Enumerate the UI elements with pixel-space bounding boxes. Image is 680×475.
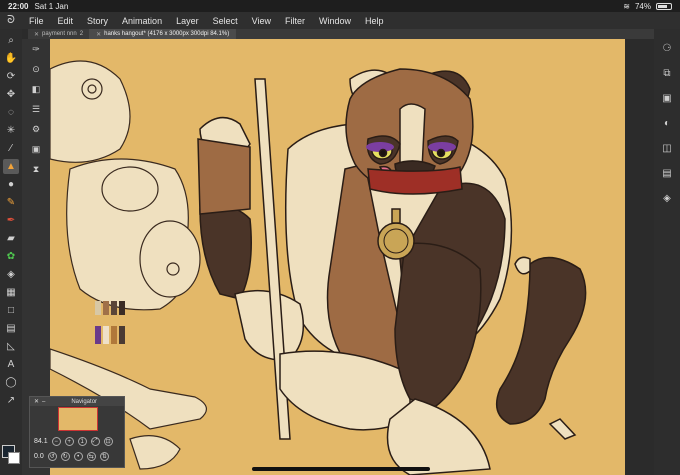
layer-settings-icon[interactable]: ☰: [29, 102, 43, 116]
eraser-icon[interactable]: ▰: [3, 231, 19, 246]
menu-story[interactable]: Story: [80, 16, 115, 26]
zoom-row: 84.1 − + 1 ⤢ ⊡: [34, 437, 113, 446]
reset-rotation-icon[interactable]: •: [73, 452, 83, 461]
rotation-row: 0.0 ↺ ↻ • ⇆ ⇅: [34, 452, 109, 461]
app-logo-icon[interactable]: ᘐ: [0, 14, 22, 27]
rotation-value: 0.0: [34, 453, 44, 460]
tab-close-count: 2: [79, 31, 84, 37]
sub-color-swatch[interactable]: [8, 452, 20, 464]
close-icon[interactable]: ✕: [96, 31, 101, 38]
lasso-icon[interactable]: ◌: [3, 105, 19, 120]
layer-property-icon[interactable]: ▤: [659, 166, 675, 181]
color-well[interactable]: [2, 445, 20, 467]
menu-help[interactable]: Help: [358, 16, 391, 26]
home-indicator: [252, 467, 430, 471]
tab-label: payment nnn: [42, 31, 77, 37]
navigator-header: ✕ – Navigator: [30, 397, 124, 406]
zoom-out-icon[interactable]: −: [51, 437, 61, 446]
actual-size-icon[interactable]: 1: [77, 437, 87, 446]
fit-window-icon[interactable]: ⊡: [103, 437, 113, 446]
zoom-in-icon[interactable]: +: [64, 437, 74, 446]
layers-stack-icon[interactable]: ⧉: [659, 66, 675, 81]
artwork: [50, 60, 587, 475]
figure-icon[interactable]: □: [3, 303, 19, 318]
text-icon[interactable]: A: [3, 357, 19, 372]
layer-mask-icon[interactable]: ◧: [29, 82, 43, 96]
rotate-right-icon[interactable]: ↻: [60, 452, 70, 461]
menu-window[interactable]: Window: [312, 16, 358, 26]
pen-icon[interactable]: ✒: [3, 213, 19, 228]
material-icon[interactable]: ▣: [29, 142, 43, 156]
gradient-icon[interactable]: ▦: [3, 285, 19, 300]
close-icon[interactable]: ✕: [34, 31, 39, 38]
menu-file[interactable]: File: [22, 16, 51, 26]
zoom-icon[interactable]: ⌕: [3, 33, 19, 48]
flip-vertical-icon[interactable]: ⇅: [99, 452, 109, 461]
fill-icon[interactable]: ◈: [3, 267, 19, 282]
quick-access-icon[interactable]: ⚆: [659, 41, 675, 56]
tab-hanks-hangout[interactable]: ✕ hanks hangout* (4176 x 3000px 300dpi 8…: [90, 29, 237, 39]
status-bar: 22:00 Sat 1 Jan ≋ 74%: [0, 0, 680, 12]
ruler-icon[interactable]: ◺: [3, 339, 19, 354]
brush-icon[interactable]: ▲: [3, 159, 19, 174]
status-date: Sat 1 Jan: [34, 1, 69, 11]
tool-property-icon[interactable]: ⚙: [29, 122, 43, 136]
frame-icon[interactable]: ▤: [3, 321, 19, 336]
rotate-left-icon[interactable]: ↺: [47, 452, 57, 461]
hand-icon[interactable]: ✋: [3, 51, 19, 66]
tab-payment[interactable]: ✕ payment nnn 2: [28, 29, 91, 39]
status-right: ≋ 74%: [623, 2, 672, 11]
pencil-icon[interactable]: ✎: [3, 195, 19, 210]
decoration-icon[interactable]: ✿: [3, 249, 19, 264]
history-icon[interactable]: ◫: [659, 141, 675, 156]
menu-view[interactable]: View: [245, 16, 278, 26]
flip-horizontal-icon[interactable]: ⇆: [86, 452, 96, 461]
correct-line-icon[interactable]: ↗: [3, 393, 19, 408]
menu-select[interactable]: Select: [206, 16, 245, 26]
zoom-value: 84.1: [34, 438, 48, 445]
minimize-icon[interactable]: –: [42, 399, 45, 405]
tab-label: hanks hangout* (4176 x 3000px 300dpi 84.…: [104, 31, 230, 37]
blend-icon[interactable]: ●: [3, 177, 19, 192]
battery-fill: [658, 4, 667, 8]
status-time: 22:00: [8, 1, 29, 11]
balloon-icon[interactable]: ◯: [3, 375, 19, 390]
navigator-title: Navigator: [71, 398, 98, 405]
move-icon[interactable]: ✥: [3, 87, 19, 102]
document-tabs: ✕ payment nnn 2 ✕ hanks hangout* (4176 x…: [28, 29, 654, 39]
fit-icon[interactable]: ⤢: [90, 437, 100, 446]
brush-size-icon[interactable]: ⊙: [29, 62, 43, 76]
close-icon[interactable]: ✕: [34, 398, 39, 405]
color-swatches: [95, 301, 125, 344]
tool-palette: ⌕ ✋ ⟳ ✥ ◌ ✳ ⁄ ▲ ● ✎ ✒ ▰ ✿ ◈ ▦ □ ▤ ◺ A ◯ …: [0, 29, 22, 475]
drawing-canvas[interactable]: [50, 39, 625, 475]
menu-animation[interactable]: Animation: [115, 16, 169, 26]
wifi-icon: ≋: [623, 1, 630, 11]
magic-wand-icon[interactable]: ✳: [3, 123, 19, 138]
menu-bar: ᘐ File Edit Story Animation Layer Select…: [0, 12, 680, 29]
battery-percent: 74%: [634, 1, 651, 11]
navigator-panel: ✕ – Navigator 84.1 − + 1 ⤢ ⊡ 0.0 ↺ ↻ • ⇆…: [29, 396, 125, 468]
pen-pressure-icon[interactable]: ✑: [29, 42, 43, 56]
menu-filter[interactable]: Filter: [278, 16, 312, 26]
timeline-icon[interactable]: ⧗: [29, 162, 43, 176]
menu-edit[interactable]: Edit: [51, 16, 81, 26]
eyedropper-icon[interactable]: ⁄: [3, 141, 19, 156]
right-palette-bar: ⚆ ⧉ ▣ ◐ ◫ ▤ ◈: [654, 29, 680, 475]
layer-icon[interactable]: ◈: [659, 191, 675, 206]
navigator-preview[interactable]: [58, 407, 98, 431]
menu-layer[interactable]: Layer: [169, 16, 206, 26]
main-character: [197, 68, 587, 475]
color-wheel-icon[interactable]: ◐: [659, 116, 675, 131]
battery-icon: [656, 2, 672, 10]
rotate-icon[interactable]: ⟳: [3, 69, 19, 84]
camera-icon[interactable]: ▣: [659, 91, 675, 106]
